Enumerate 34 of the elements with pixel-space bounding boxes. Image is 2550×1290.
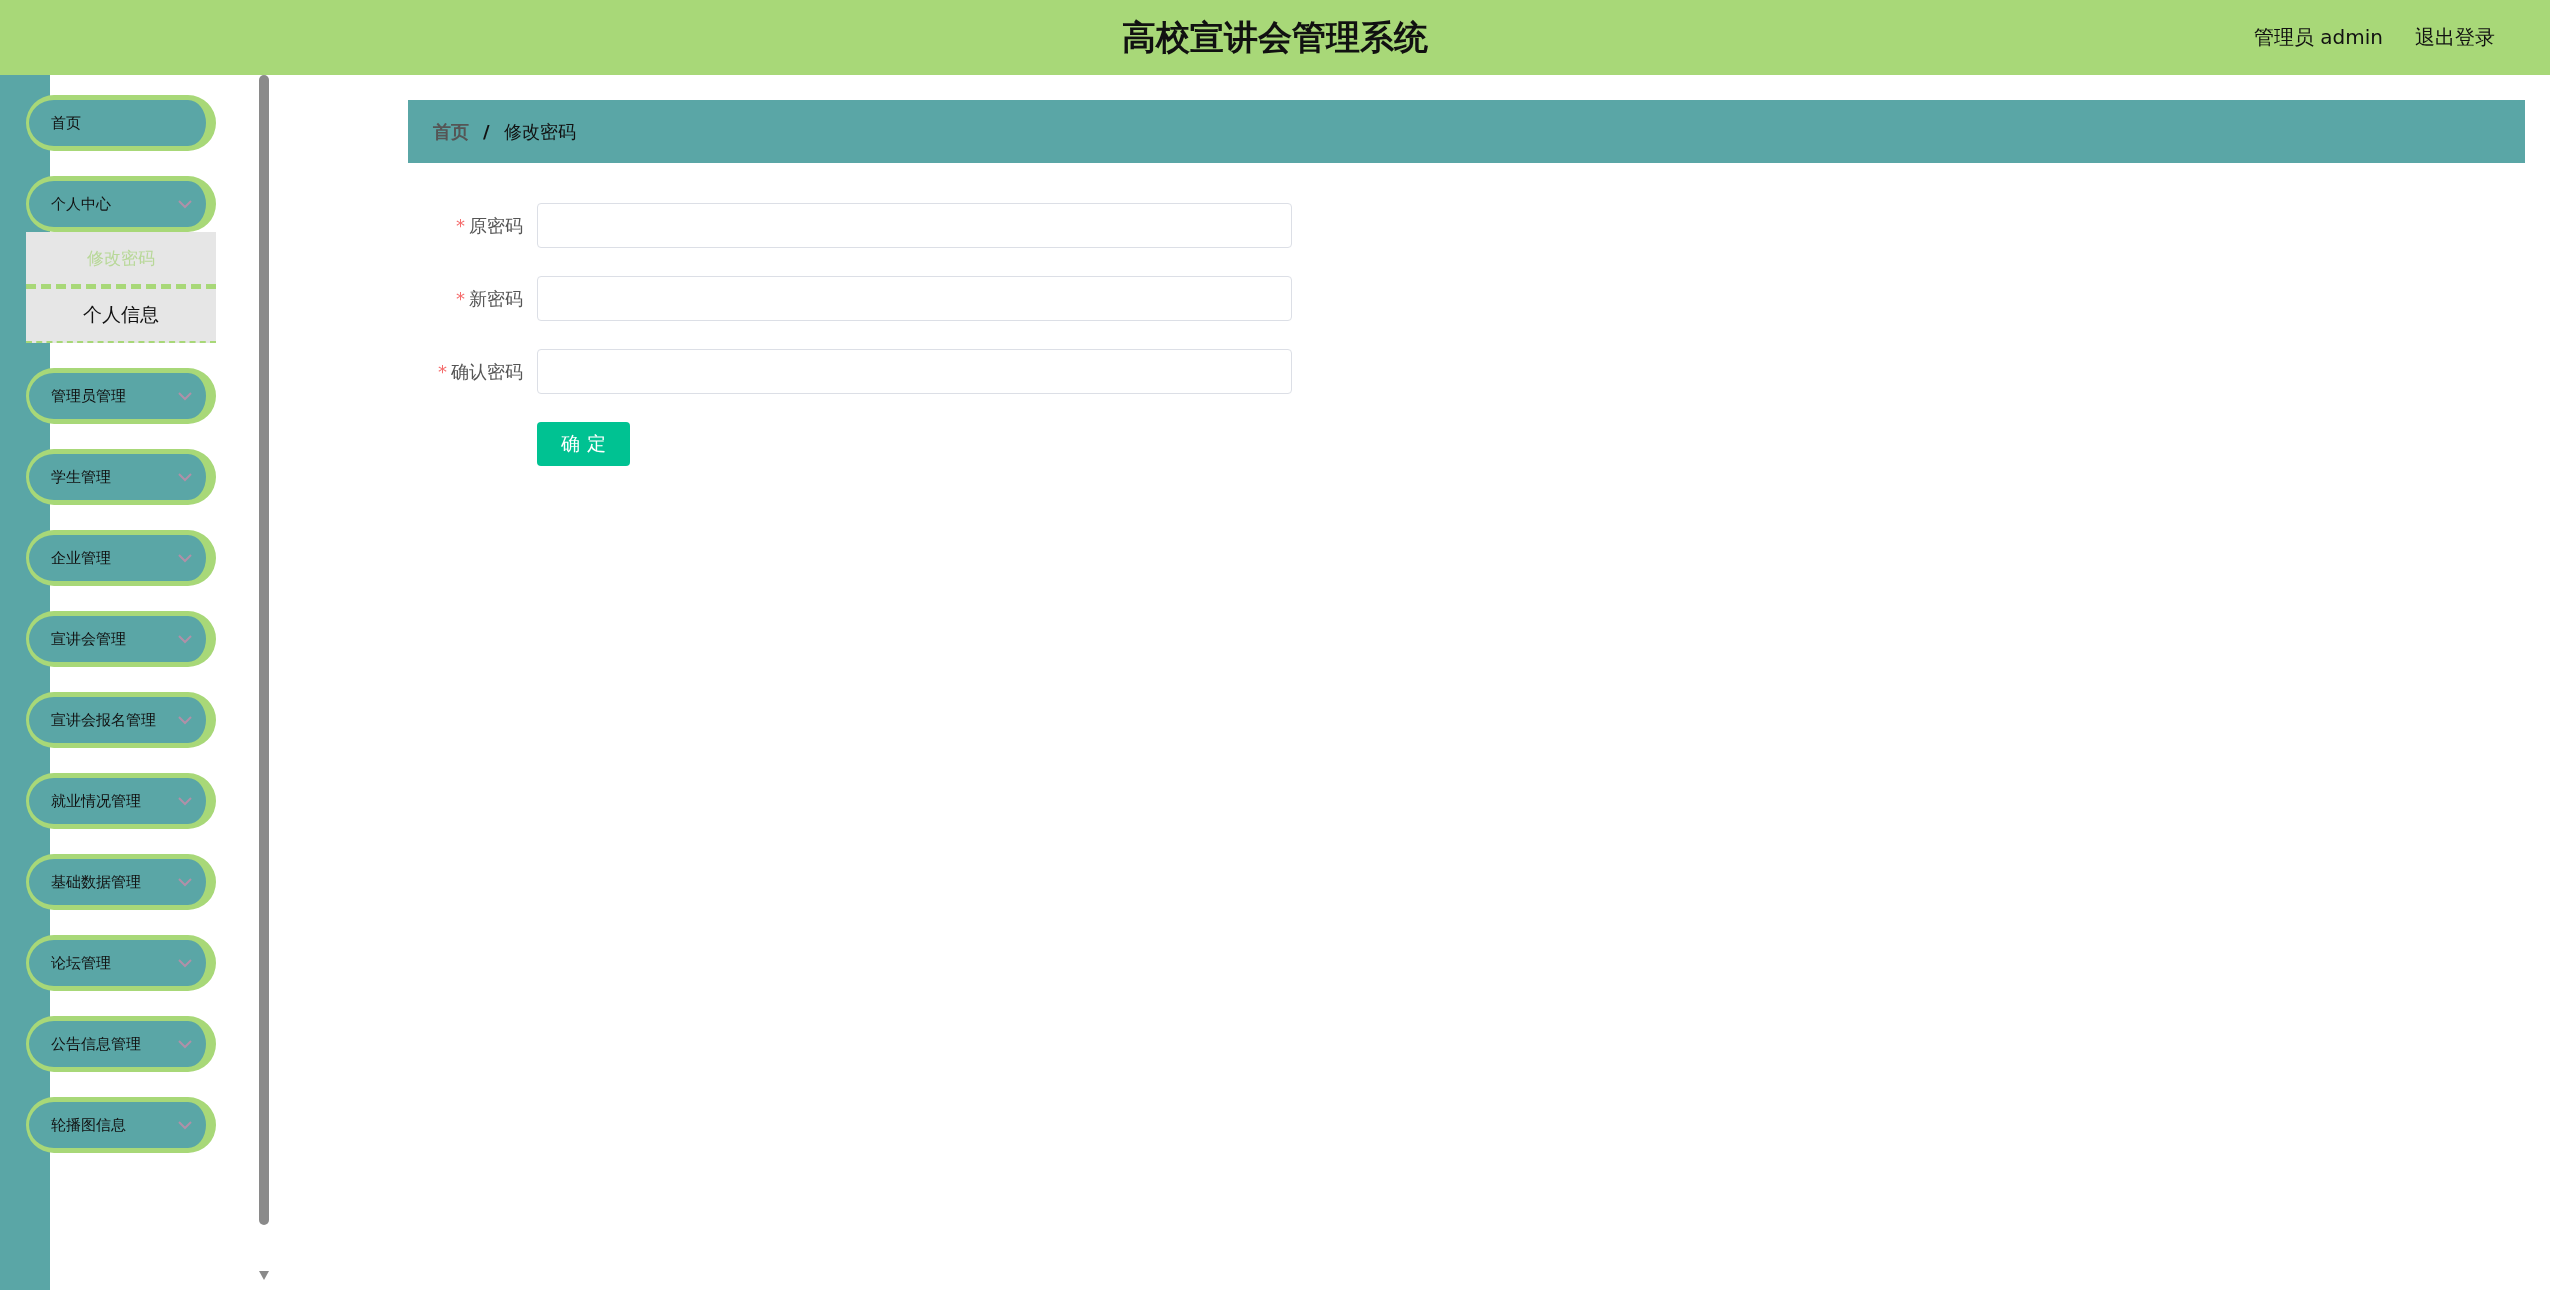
menu-item[interactable]: 学生管理 xyxy=(26,449,216,505)
password-field[interactable] xyxy=(537,203,1292,248)
field-label: * 新密码 xyxy=(455,286,523,311)
field-label: * 原密码 xyxy=(455,213,523,238)
chevron-icon xyxy=(178,391,192,401)
chevron-icon xyxy=(178,877,192,887)
submenu-item[interactable]: 个人信息 xyxy=(26,289,216,343)
chevron-icon xyxy=(178,634,192,644)
menu-item[interactable]: 个人中心 xyxy=(26,176,216,232)
breadcrumb-separator: / xyxy=(483,121,490,142)
menu-item[interactable]: 管理员管理 xyxy=(26,368,216,424)
chevron-icon xyxy=(178,715,192,725)
chevron-icon xyxy=(178,796,192,806)
menu-item[interactable]: 宣讲会管理 xyxy=(26,611,216,667)
chevron-icon xyxy=(178,958,192,968)
menu-item[interactable]: 基础数据管理 xyxy=(26,854,216,910)
chevron-icon xyxy=(178,1039,192,1049)
menu-item[interactable]: 就业情况管理 xyxy=(26,773,216,829)
chevron-icon xyxy=(178,199,192,209)
password-field[interactable] xyxy=(537,349,1292,394)
chevron-icon xyxy=(178,553,192,563)
user-label: 管理员 admin xyxy=(2253,24,2383,51)
chevron-icon xyxy=(178,1120,192,1130)
field-label: * 确认密码 xyxy=(437,359,523,384)
app-title: 高校宣讲会管理系统 xyxy=(1122,15,1428,59)
menu-item[interactable]: 企业管理 xyxy=(26,530,216,586)
menu-item[interactable]: 宣讲会报名管理 xyxy=(26,692,216,748)
menu-item[interactable]: 轮播图信息 xyxy=(26,1097,216,1153)
password-field[interactable] xyxy=(537,276,1292,321)
chevron-icon xyxy=(178,472,192,482)
menu-item[interactable]: 首页 xyxy=(26,95,216,151)
menu-item[interactable]: 公告信息管理 xyxy=(26,1016,216,1072)
menu-item[interactable]: 论坛管理 xyxy=(26,935,216,991)
logout-link[interactable]: 退出登录 xyxy=(2415,24,2495,51)
